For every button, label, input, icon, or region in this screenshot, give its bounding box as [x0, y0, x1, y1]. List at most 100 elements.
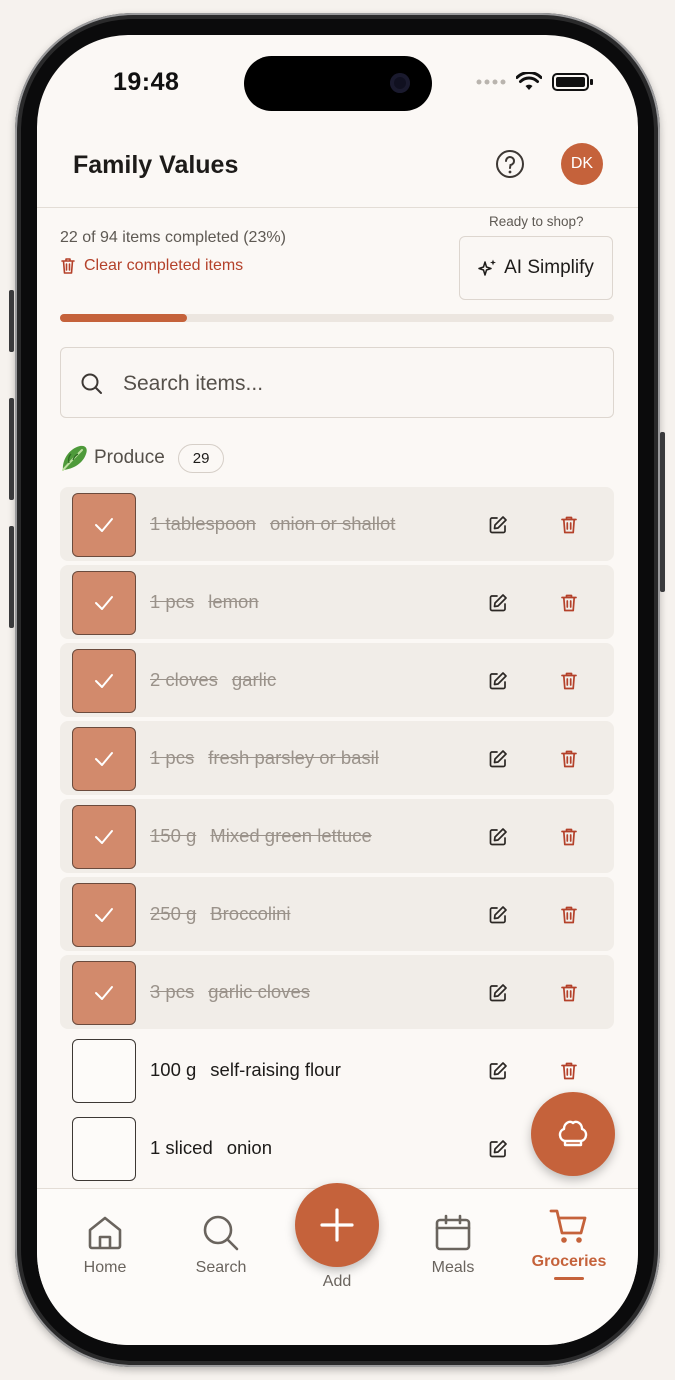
status-time: 19:48	[113, 68, 180, 96]
item-name: fresh parsley or basil	[208, 747, 379, 768]
item-name: garlic cloves	[208, 981, 311, 1002]
ai-simplify-label: AI Simplify	[504, 257, 594, 278]
plus-icon	[320, 1208, 354, 1242]
item-text[interactable]: 2 cloves garlic	[150, 669, 276, 691]
checkmark-icon	[95, 830, 113, 844]
nav-meals-label: Meals	[431, 1259, 475, 1276]
item-name: onion	[226, 1137, 272, 1158]
delete-item-button[interactable]	[560, 671, 578, 696]
nav-groceries-label: Groceries	[531, 1253, 607, 1270]
chef-hat-icon	[558, 1120, 588, 1147]
edit-item-button[interactable]	[488, 1139, 508, 1164]
item-checkbox[interactable]	[72, 1117, 136, 1181]
edit-icon	[489, 906, 507, 924]
item-checkbox[interactable]	[72, 805, 136, 869]
category-header[interactable]: Produce 29	[60, 443, 225, 473]
home-icon	[88, 1216, 122, 1250]
item-text[interactable]: 1 sliced onion	[150, 1137, 272, 1159]
delete-item-button[interactable]	[560, 1061, 578, 1086]
edit-item-button[interactable]	[488, 827, 508, 852]
item-name: garlic	[231, 669, 277, 690]
item-text[interactable]: 150 g Mixed green lettuce	[150, 825, 372, 847]
camera-icon	[390, 73, 410, 93]
chef-assistant-button[interactable]	[531, 1092, 615, 1176]
add-button[interactable]	[295, 1183, 379, 1267]
edit-icon	[489, 672, 507, 690]
edit-item-button[interactable]	[488, 905, 508, 930]
item-text[interactable]: 250 g Broccolini	[150, 903, 291, 925]
edit-item-button[interactable]	[488, 983, 508, 1008]
item-checkbox[interactable]	[72, 649, 136, 713]
trash-icon	[561, 750, 577, 768]
edit-icon	[489, 828, 507, 846]
item-quantity: 2 cloves	[150, 669, 218, 690]
nav-search[interactable]: Search	[171, 1213, 271, 1277]
power-button	[660, 432, 665, 592]
edit-item-button[interactable]	[488, 515, 508, 540]
list-item: 100 g self-raising flour	[60, 1033, 614, 1107]
search-box	[60, 347, 614, 418]
help-button[interactable]	[493, 147, 527, 181]
item-quantity: 1 sliced	[150, 1137, 213, 1158]
action-button	[9, 290, 14, 352]
edit-item-button[interactable]	[488, 749, 508, 774]
delete-item-button[interactable]	[560, 905, 578, 930]
nav-search-label: Search	[195, 1259, 247, 1276]
nav-home[interactable]: Home	[55, 1213, 155, 1277]
item-text[interactable]: 100 g self-raising flour	[150, 1059, 341, 1081]
item-quantity: 100 g	[150, 1059, 197, 1080]
item-text[interactable]: 1 pcs fresh parsley or basil	[150, 747, 379, 769]
item-quantity: 1 pcs	[150, 591, 195, 612]
ready-to-shop-label: Ready to shop?	[489, 214, 584, 229]
trash-icon	[561, 594, 577, 612]
item-text[interactable]: 3 pcs garlic cloves	[150, 981, 310, 1003]
list-item: 250 g Broccolini	[60, 877, 614, 951]
delete-item-button[interactable]	[560, 827, 578, 852]
item-checkbox[interactable]	[72, 961, 136, 1025]
nav-meals[interactable]: Meals	[403, 1213, 503, 1277]
edit-item-button[interactable]	[488, 1061, 508, 1086]
search-icon	[203, 1215, 239, 1251]
checkmark-icon	[95, 908, 113, 922]
item-name: self-raising flour	[210, 1059, 341, 1080]
trash-icon	[61, 258, 75, 274]
avatar[interactable]: DK	[561, 143, 603, 185]
help-circle-icon	[496, 150, 524, 178]
checkmark-icon	[95, 986, 113, 1000]
item-checkbox[interactable]	[72, 1039, 136, 1103]
delete-item-button[interactable]	[560, 593, 578, 618]
list-item: 1 pcs lemon	[60, 565, 614, 639]
lettuce-emoji	[62, 445, 87, 471]
item-checkbox[interactable]	[72, 493, 136, 557]
ai-simplify-button[interactable]: AI Simplify	[459, 236, 613, 300]
search-input[interactable]	[121, 364, 595, 404]
item-text[interactable]: 1 pcs lemon	[150, 591, 259, 613]
trash-icon	[561, 828, 577, 846]
clear-completed-button[interactable]: Clear completed items	[60, 257, 243, 275]
wifi-icon	[516, 72, 542, 90]
item-checkbox[interactable]	[72, 571, 136, 635]
edit-item-button[interactable]	[488, 671, 508, 696]
checkmark-icon	[95, 752, 113, 766]
item-text[interactable]: 1 tablespoon onion or shallot	[150, 513, 395, 535]
app-screen: 19:48 Family Values DK 22 of 94 items co…	[37, 35, 638, 1345]
edit-item-button[interactable]	[488, 593, 508, 618]
list-item: 1 tablespoon onion or shallot	[60, 487, 614, 561]
nav-groceries[interactable]: Groceries	[519, 1207, 619, 1280]
edit-icon	[489, 984, 507, 1002]
item-checkbox[interactable]	[72, 727, 136, 791]
item-checkbox[interactable]	[72, 883, 136, 947]
category-name: Produce	[94, 447, 165, 468]
item-name: onion or shallot	[269, 513, 396, 534]
page-title: Family Values	[73, 151, 239, 179]
checkmark-icon	[95, 674, 113, 688]
list-item: 150 g Mixed green lettuce	[60, 799, 614, 873]
progress-bar-fill	[60, 314, 188, 322]
delete-item-button[interactable]	[560, 515, 578, 540]
edit-icon	[489, 594, 507, 612]
delete-item-button[interactable]	[560, 749, 578, 774]
delete-item-button[interactable]	[560, 983, 578, 1008]
clear-completed-label: Clear completed items	[84, 257, 244, 274]
item-quantity: 150 g	[150, 825, 197, 846]
volume-up-button	[9, 398, 14, 500]
